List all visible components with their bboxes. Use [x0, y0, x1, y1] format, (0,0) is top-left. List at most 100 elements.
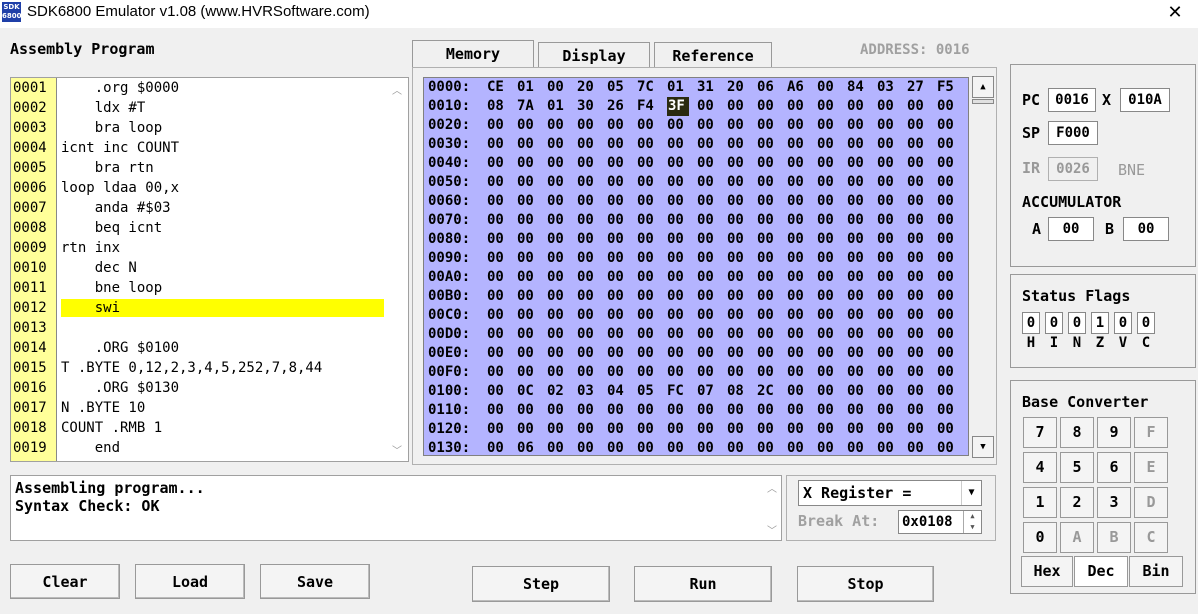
key-c-button[interactable]: C: [1134, 522, 1168, 553]
memory-byte[interactable]: 00: [937, 306, 959, 325]
memory-byte[interactable]: 00: [637, 325, 659, 344]
memory-byte[interactable]: 00: [877, 116, 899, 135]
memory-byte[interactable]: 00: [487, 268, 509, 287]
memory-byte[interactable]: 00: [697, 287, 719, 306]
memory-byte[interactable]: 00: [727, 306, 749, 325]
memory-byte[interactable]: 00: [577, 192, 599, 211]
key-8-button[interactable]: 8: [1060, 417, 1094, 448]
memory-byte[interactable]: 00: [697, 401, 719, 420]
memory-byte[interactable]: 00: [787, 401, 809, 420]
memory-byte[interactable]: 00: [667, 154, 689, 173]
memory-byte[interactable]: 00: [727, 287, 749, 306]
memory-byte[interactable]: 00: [847, 116, 869, 135]
memory-byte[interactable]: 0C: [517, 382, 539, 401]
memory-byte[interactable]: 00: [817, 211, 839, 230]
memory-byte[interactable]: 00: [547, 401, 569, 420]
key-f-button[interactable]: F: [1134, 417, 1168, 448]
memory-byte[interactable]: 00: [757, 439, 779, 455]
memory-byte[interactable]: 00: [877, 401, 899, 420]
a-value[interactable]: 00: [1048, 217, 1094, 241]
code-line[interactable]: 0018 COUNT .RMB 1: [11, 418, 389, 438]
memory-byte[interactable]: 02: [547, 382, 569, 401]
memory-byte[interactable]: 00: [727, 344, 749, 363]
memory-byte[interactable]: 00: [547, 325, 569, 344]
memory-byte[interactable]: 00: [937, 268, 959, 287]
memory-byte[interactable]: 00: [727, 268, 749, 287]
memory-byte[interactable]: 00: [547, 211, 569, 230]
memory-byte[interactable]: 00: [877, 192, 899, 211]
memory-byte[interactable]: 00: [487, 173, 509, 192]
code-line[interactable]: 0015 T .BYTE 0,12,2,3,4,5,252,7,8,44: [11, 358, 389, 378]
memory-byte[interactable]: 00: [787, 116, 809, 135]
memory-byte[interactable]: 00: [847, 439, 869, 455]
memory-byte[interactable]: 00: [697, 344, 719, 363]
memory-byte[interactable]: 00: [517, 268, 539, 287]
code-line[interactable]: 0019 end: [11, 438, 389, 458]
memory-byte[interactable]: 00: [517, 287, 539, 306]
memory-byte[interactable]: 00: [637, 439, 659, 455]
memory-byte[interactable]: 00: [607, 230, 629, 249]
memory-byte[interactable]: 00: [487, 154, 509, 173]
mode-dec-button[interactable]: Dec: [1074, 556, 1128, 587]
memory-byte[interactable]: 00: [757, 268, 779, 287]
scroll-down-icon[interactable]: ﹀: [392, 442, 402, 457]
memory-byte[interactable]: 00: [547, 363, 569, 382]
code-line[interactable]: 0008 beq icnt: [11, 218, 389, 238]
memory-byte[interactable]: 00: [817, 363, 839, 382]
key-d-button[interactable]: D: [1134, 487, 1168, 518]
memory-byte[interactable]: 00: [727, 249, 749, 268]
memory-byte[interactable]: 00: [637, 420, 659, 439]
memory-byte[interactable]: 00: [787, 154, 809, 173]
memory-byte[interactable]: 00: [937, 97, 959, 116]
memory-byte[interactable]: 00: [937, 420, 959, 439]
key-b-button[interactable]: B: [1097, 522, 1131, 553]
memory-byte[interactable]: 00: [817, 268, 839, 287]
memory-byte[interactable]: 00: [517, 230, 539, 249]
memory-byte[interactable]: 00: [877, 173, 899, 192]
memory-byte[interactable]: 00: [847, 249, 869, 268]
memory-byte[interactable]: 31: [697, 78, 719, 97]
memory-byte[interactable]: 00: [697, 268, 719, 287]
memory-byte[interactable]: 00: [937, 230, 959, 249]
code-line[interactable]: 0005 bra rtn: [11, 158, 389, 178]
memory-byte[interactable]: 7C: [637, 78, 659, 97]
memory-byte[interactable]: 00: [877, 268, 899, 287]
memory-byte[interactable]: 00: [607, 211, 629, 230]
memory-byte[interactable]: 00: [787, 230, 809, 249]
memory-byte[interactable]: 00: [607, 439, 629, 455]
memory-byte[interactable]: 84: [847, 78, 869, 97]
memory-byte[interactable]: 00: [667, 230, 689, 249]
memory-byte[interactable]: 00: [937, 287, 959, 306]
memory-byte[interactable]: 00: [697, 420, 719, 439]
memory-byte[interactable]: 00: [757, 192, 779, 211]
memory-byte[interactable]: 00: [937, 344, 959, 363]
flag-value-n[interactable]: 0: [1068, 312, 1086, 334]
memory-byte[interactable]: 00: [877, 211, 899, 230]
memory-byte[interactable]: 00: [757, 230, 779, 249]
pc-value[interactable]: 0016: [1048, 88, 1096, 112]
memory-byte[interactable]: 00: [697, 154, 719, 173]
memory-byte[interactable]: 2C: [757, 382, 779, 401]
memory-byte[interactable]: 00: [577, 287, 599, 306]
key-3-button[interactable]: 3: [1097, 487, 1131, 518]
memory-byte[interactable]: 00: [607, 135, 629, 154]
memory-byte[interactable]: 00: [937, 325, 959, 344]
memory-byte[interactable]: 00: [517, 249, 539, 268]
tab-memory[interactable]: Memory: [412, 40, 534, 70]
memory-byte[interactable]: 00: [667, 192, 689, 211]
memory-byte[interactable]: 00: [547, 135, 569, 154]
memory-byte[interactable]: 00: [667, 249, 689, 268]
memory-byte[interactable]: 00: [817, 325, 839, 344]
memory-byte[interactable]: 00: [637, 173, 659, 192]
memory-byte[interactable]: 00: [877, 344, 899, 363]
memory-byte[interactable]: 00: [847, 363, 869, 382]
memory-byte[interactable]: 00: [817, 230, 839, 249]
save-button[interactable]: Save: [260, 564, 370, 599]
memory-byte[interactable]: 00: [757, 135, 779, 154]
code-line[interactable]: 0012 swi: [11, 298, 389, 318]
memory-byte[interactable]: 00: [907, 363, 929, 382]
memory-byte[interactable]: 00: [817, 116, 839, 135]
memory-byte[interactable]: 00: [697, 249, 719, 268]
code-line[interactable]: 0009 rtn inx: [11, 238, 389, 258]
memory-byte[interactable]: 00: [847, 268, 869, 287]
